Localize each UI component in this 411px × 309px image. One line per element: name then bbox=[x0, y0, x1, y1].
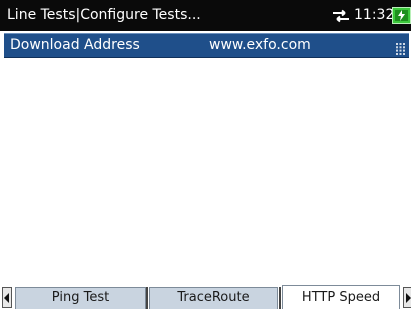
screen: Line Tests|Configure Tests... 11:32 Down… bbox=[0, 0, 411, 309]
clock: 11:32 bbox=[354, 7, 395, 23]
content-area bbox=[0, 58, 411, 285]
download-address-row[interactable]: Download Address www.exfo.com bbox=[4, 33, 409, 58]
tab-divider bbox=[279, 287, 281, 309]
battery-charging-icon bbox=[392, 7, 411, 24]
tab-http-speed[interactable]: HTTP Speed bbox=[282, 285, 400, 309]
tab-traceroute[interactable]: TraceRoute bbox=[149, 287, 278, 309]
title-bar: Line Tests|Configure Tests... 11:32 bbox=[0, 0, 411, 31]
tab-bar: Ping Test TraceRoute HTTP Speed bbox=[0, 285, 411, 309]
tab-divider bbox=[146, 287, 148, 309]
network-arrows-icon bbox=[332, 8, 350, 23]
download-address-value: www.exfo.com bbox=[209, 37, 311, 53]
tab-scroll-left-button[interactable] bbox=[2, 287, 12, 308]
tab-scroll-right-button[interactable] bbox=[403, 287, 411, 308]
download-address-label: Download Address bbox=[10, 37, 140, 53]
keypad-icon[interactable] bbox=[396, 40, 405, 55]
tab-ping-test[interactable]: Ping Test bbox=[15, 287, 146, 309]
window-title: Line Tests|Configure Tests... bbox=[7, 7, 201, 23]
